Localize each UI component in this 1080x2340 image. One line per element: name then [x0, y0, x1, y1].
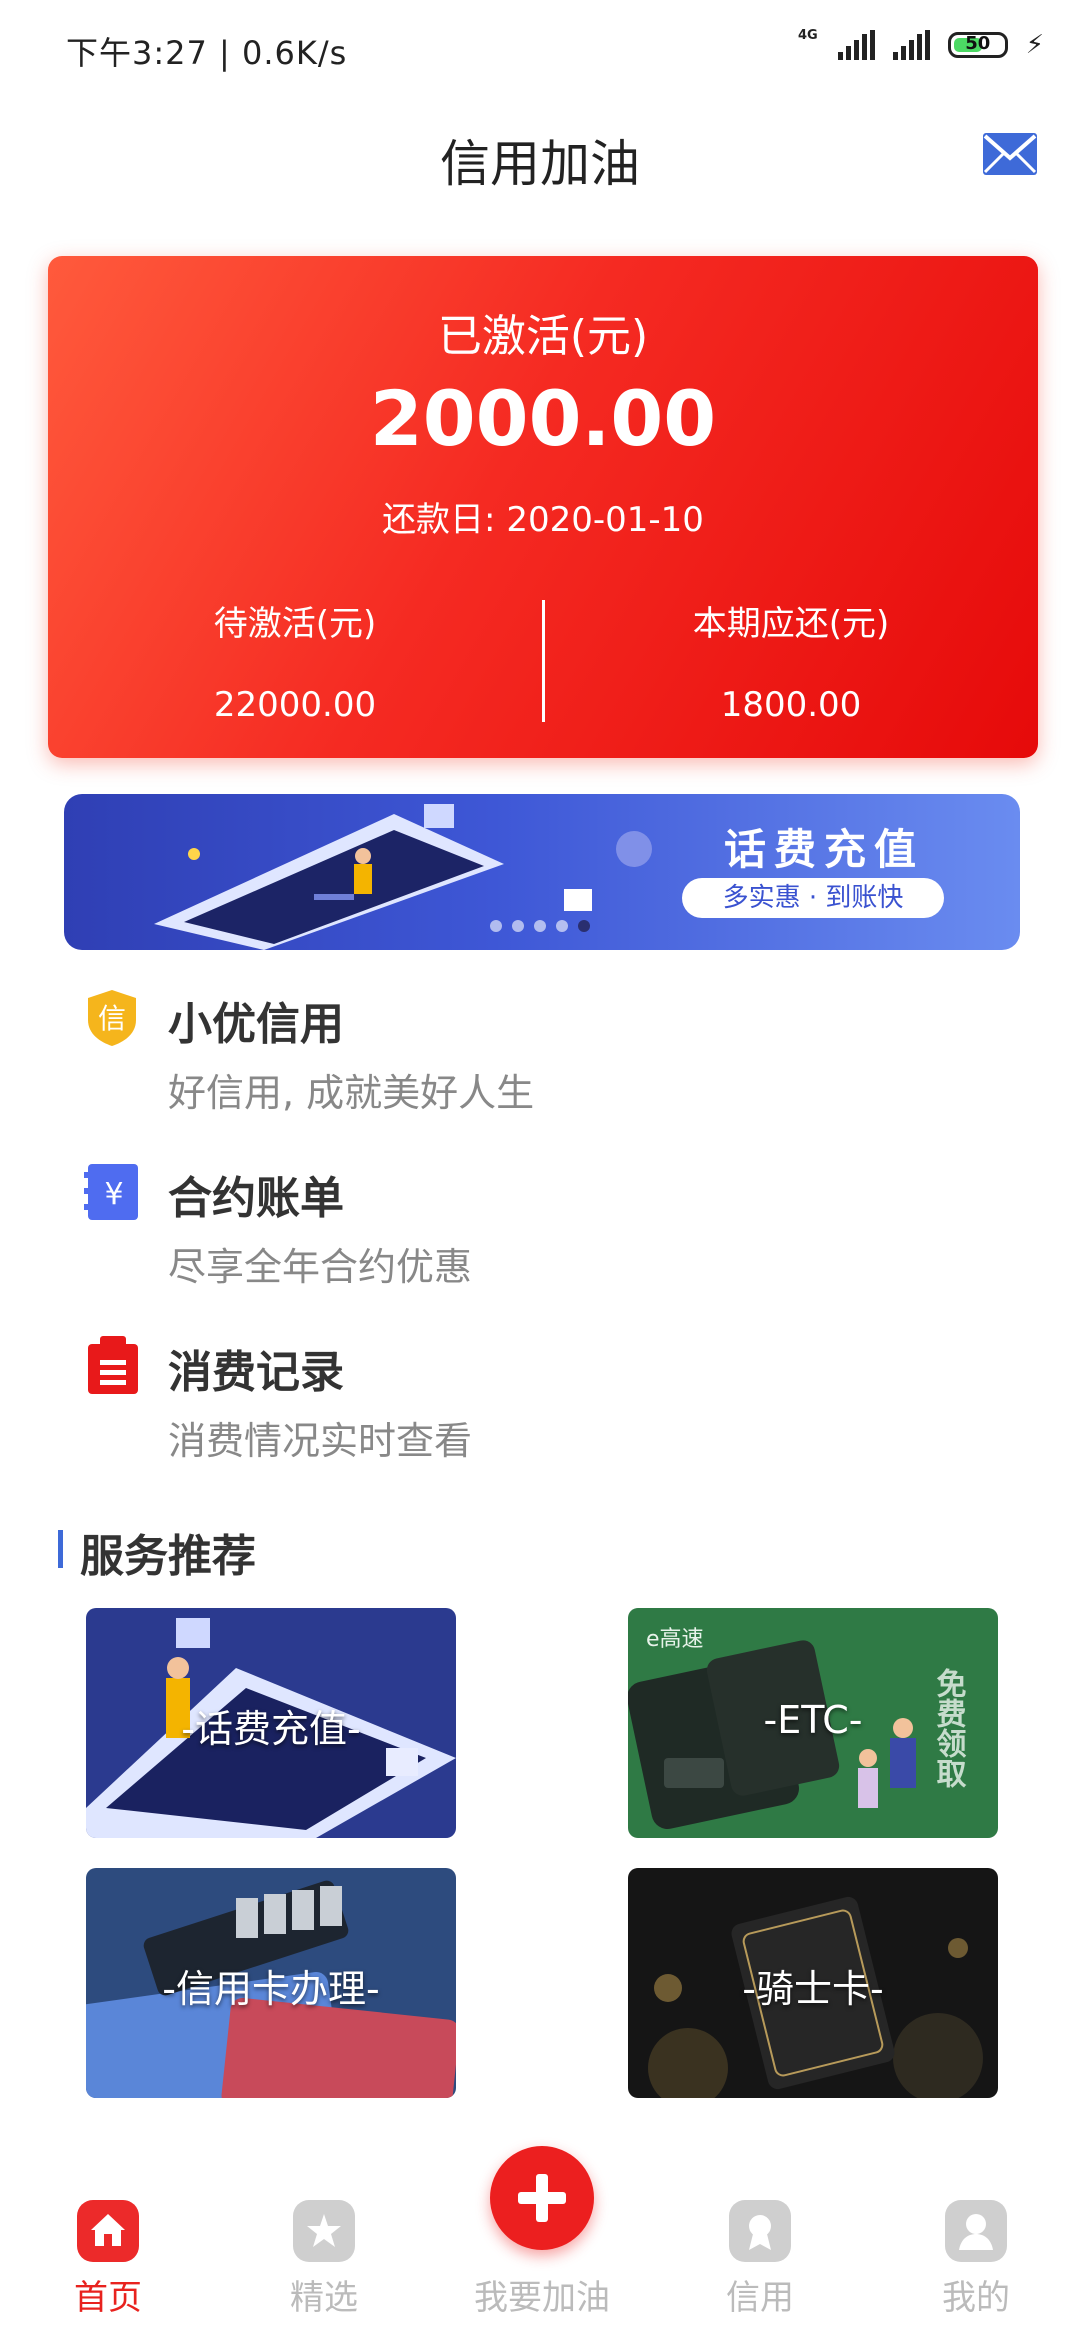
service-tile-phone-recharge[interactable]: -话费充值- [86, 1608, 456, 1838]
banner-pagination [490, 920, 590, 932]
menu-item-contract-bill[interactable]: ¥ 合约账单 尽享全年合约优惠 [0, 1162, 1080, 1332]
menu-subtitle: 消费情况实时查看 [168, 1419, 473, 1463]
menu-title: 小优信用 [168, 999, 344, 1050]
featured-icon [293, 2200, 355, 2262]
network-type: 4G [798, 27, 818, 43]
plus-icon[interactable] [490, 2146, 594, 2250]
repay-date: 还款日: 2020-01-10 [382, 500, 704, 540]
nav-item-profile[interactable]: 我的 [896, 2200, 1056, 2319]
menu-item-credit[interactable]: 信 小优信用 好信用, 成就美好人生 [0, 988, 1080, 1158]
menu-item-consumption-record[interactable]: 消费记录 消费情况实时查看 [0, 1336, 1080, 1506]
banner-dot [490, 920, 502, 932]
status-bar: 下午3:27 | 0.6K/s 4G 50 ⚡ [0, 0, 1080, 100]
section-accent-bar [58, 1530, 63, 1568]
page-title: 信用加油 [440, 135, 640, 193]
menu-title: 合约账单 [168, 1173, 344, 1224]
svg-text:e高速: e高速 [646, 1627, 704, 1652]
activated-amount: 2000.00 [369, 374, 717, 463]
due-amount: 1800.00 [720, 685, 862, 725]
nav-label: 首页 [74, 2278, 142, 2318]
service-label: -ETC- [763, 1698, 863, 1742]
promo-banner[interactable]: 话费充值 多实惠 · 到账快 [64, 794, 1020, 950]
signal-icon [837, 30, 875, 60]
menu-title: 消费记录 [168, 1347, 344, 1398]
nav-item-featured[interactable]: 精选 [244, 2200, 404, 2319]
due-label: 本期应还(元) [692, 604, 890, 644]
pending-amount: 22000.00 [213, 685, 377, 725]
pending-label: 待激活(元) [213, 604, 377, 644]
banner-dot [534, 920, 546, 932]
home-icon [77, 2200, 139, 2262]
charging-icon: ⚡ [1025, 30, 1044, 60]
signal-2-icon [892, 30, 930, 60]
status-time: 下午3:27 | 0.6K/s [66, 34, 348, 72]
bottom-nav: 首页 精选 我要加油 信用 我的 [0, 2146, 1080, 2340]
battery-icon: 50 [947, 32, 1008, 58]
pending-column[interactable]: 待激活(元) 22000.00 [48, 596, 542, 725]
activated-label: 已激活(元) [437, 311, 649, 362]
balance-card[interactable]: 已激活(元) 2000.00 还款日: 2020-01-10 待激活(元) 22… [48, 256, 1038, 758]
app-header: 信用加油 [0, 110, 1080, 210]
battery-level: 50 [965, 33, 991, 54]
yuan-bill-icon: ¥ [84, 1164, 138, 1220]
nav-label: 精选 [290, 2278, 358, 2318]
service-tile-credit-card[interactable]: -信用卡办理- [86, 1868, 456, 2098]
banner-title: 话费充值 [723, 825, 924, 874]
nav-label: 我要加油 [474, 2278, 610, 2318]
banner-dot-active [578, 920, 590, 932]
banner-dot [512, 920, 524, 932]
mail-icon[interactable] [982, 132, 1038, 176]
record-list-icon [88, 1336, 138, 1394]
svg-text:¥: ¥ [104, 1177, 123, 1212]
nav-label: 信用 [726, 2278, 794, 2318]
banner-dot [556, 920, 568, 932]
menu-subtitle: 尽享全年合约优惠 [168, 1245, 473, 1289]
nav-label: 我的 [942, 2278, 1010, 2318]
svg-text:信: 信 [98, 1002, 126, 1035]
nav-item-credit[interactable]: 信用 [680, 2200, 840, 2319]
status-icons: 4G 50 ⚡ [798, 27, 1044, 60]
service-label: -话费充值- [181, 1707, 361, 1751]
service-tile-knight-card[interactable]: -骑士卡- [628, 1868, 998, 2098]
menu-subtitle: 好信用, 成就美好人生 [168, 1071, 535, 1115]
service-tile-etc[interactable]: e高速 免费领取 -ETC- [628, 1608, 998, 1838]
due-column[interactable]: 本期应还(元) 1800.00 [544, 596, 1038, 725]
credit-badge-icon [729, 2200, 791, 2262]
profile-icon [945, 2200, 1007, 2262]
nav-item-home[interactable]: 首页 [28, 2200, 188, 2319]
service-label: -信用卡办理- [162, 1967, 380, 2011]
service-label: -骑士卡- [742, 1967, 884, 2011]
section-title: 服务推荐 [80, 1531, 256, 1582]
shield-credit-icon: 信 [88, 990, 136, 1046]
banner-subtitle: 多实惠 · 到账快 [682, 878, 944, 918]
